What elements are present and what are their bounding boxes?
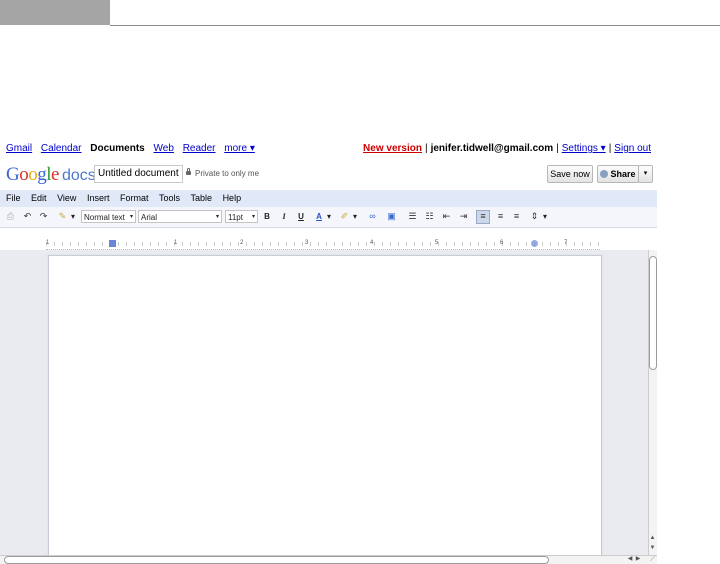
settings-link[interactable]: Settings ▾ — [562, 143, 606, 154]
style-select-value: Normal text — [84, 213, 125, 222]
menu-table[interactable]: Table — [191, 193, 213, 203]
sign-out-link[interactable]: Sign out — [614, 143, 651, 154]
scroll-down-arrow-icon[interactable]: ▼ — [648, 543, 657, 553]
right-indent-marker[interactable] — [531, 240, 538, 247]
font-size-value: 11pt — [228, 213, 243, 222]
service-links: Gmail Calendar Documents Web Reader more… — [6, 140, 255, 158]
scroll-right-arrow-icon[interactable]: ▶ — [634, 555, 642, 564]
menu-edit[interactable]: Edit — [31, 193, 47, 203]
font-select-value: Arial — [141, 213, 158, 222]
font-size-select[interactable]: 11pt ▾ — [225, 210, 258, 223]
menu-format[interactable]: Format — [120, 193, 149, 203]
book-header — [0, 0, 720, 26]
logo-docs-text: docs — [61, 167, 96, 184]
formatting-toolbar: ⎙ ↶ ↷ ✎ ▾ Normal text ▾ Arial ▾ 11pt ▾ B I … — [0, 207, 657, 228]
resize-grip-icon[interactable]: ⟋ — [648, 555, 657, 564]
menu-view[interactable]: View — [57, 193, 76, 203]
share-dropdown-button[interactable]: ▾ — [638, 165, 653, 183]
horizontal-scroll-thumb[interactable] — [4, 556, 549, 564]
text-color-button[interactable]: A — [314, 210, 324, 223]
ruler-number: 1 — [46, 240, 50, 246]
vertical-scroll-thumb[interactable] — [649, 256, 657, 370]
chevron-down-icon: ▾ — [215, 214, 219, 220]
lock-icon — [186, 168, 191, 175]
underline-button[interactable]: U — [296, 210, 306, 223]
nav-separator: | — [608, 143, 612, 154]
ruler: 1 1 2 3 4 5 6 7 — [46, 239, 600, 250]
numbered-list-icon[interactable]: ☰ — [407, 211, 418, 222]
privacy-label: Private to only me — [195, 169, 260, 178]
align-right-icon[interactable]: ≡ — [511, 211, 522, 222]
menu-file[interactable]: File — [6, 193, 21, 203]
style-select[interactable]: Normal text ▾ — [81, 210, 136, 223]
scroll-left-arrow-icon[interactable]: ◀ — [626, 555, 634, 564]
title-bar: Google docs Untitled document Private to … — [0, 158, 657, 190]
italic-button[interactable]: I — [279, 210, 289, 223]
nav-gmail-link[interactable]: Gmail — [6, 143, 32, 154]
save-now-button[interactable]: Save now — [547, 165, 593, 183]
menu-help[interactable]: Help — [223, 193, 242, 203]
insert-image-icon[interactable]: ▣ — [386, 211, 397, 222]
menu-bar: File Edit View Insert Format Tools Table… — [0, 190, 657, 207]
paint-format-icon[interactable]: ✎ — [57, 211, 68, 222]
increase-indent-icon[interactable]: ⇥ — [458, 211, 469, 222]
privacy-status: Private to only me — [186, 167, 259, 181]
print-icon[interactable]: ⎙ — [5, 211, 16, 222]
bulleted-list-icon[interactable]: ☷ — [424, 211, 435, 222]
ruler-number: 7 — [564, 240, 568, 246]
undo-icon[interactable]: ↶ — [22, 211, 33, 222]
nav-calendar-link[interactable]: Calendar — [41, 143, 82, 154]
highlight-color-icon[interactable]: ✐ — [339, 211, 350, 222]
line-spacing-dropdown-arrow[interactable]: ▾ — [541, 210, 549, 223]
ruler-number: 5 — [435, 240, 439, 246]
left-indent-marker[interactable] — [109, 240, 116, 247]
share-button[interactable]: Share — [597, 165, 639, 183]
book-header-rule — [110, 25, 720, 26]
ruler-number: 2 — [240, 240, 244, 246]
nav-separator: | — [556, 143, 559, 154]
account-links: New version | jenifer.tidwell@gmail.com | Se… — [363, 140, 651, 158]
scroll-up-arrow-icon[interactable]: ▲ — [648, 533, 657, 543]
nav-separator: | — [424, 143, 428, 154]
line-spacing-icon[interactable]: ⇕ — [529, 211, 540, 222]
menu-insert[interactable]: Insert — [87, 193, 110, 203]
google-docs-window: Gmail Calendar Documents Web Reader more… — [0, 140, 657, 564]
paint-format-dropdown-arrow[interactable]: ▾ — [69, 210, 77, 223]
ruler-number: 4 — [370, 240, 374, 246]
top-nav: Gmail Calendar Documents Web Reader more… — [0, 140, 657, 158]
ruler-ticks — [46, 242, 600, 246]
share-label: Share — [610, 169, 636, 179]
book-header-tab — [0, 0, 110, 25]
nav-documents-link[interactable]: Documents — [90, 143, 144, 154]
document-title-field[interactable]: Untitled document — [94, 165, 183, 183]
chevron-down-icon: ▾ — [251, 214, 255, 220]
document-page[interactable] — [48, 255, 602, 557]
ruler-number: 6 — [500, 240, 504, 246]
new-version-link[interactable]: New version — [363, 143, 422, 154]
ruler-number: 1 — [174, 240, 178, 246]
insert-link-icon[interactable]: ∞ — [367, 211, 378, 222]
highlight-dropdown-arrow[interactable]: ▾ — [351, 210, 359, 223]
text-color-dropdown-arrow[interactable]: ▾ — [325, 210, 333, 223]
menu-tools[interactable]: Tools — [159, 193, 180, 203]
nav-reader-link[interactable]: Reader — [183, 143, 216, 154]
account-email: jenifer.tidwell@gmail.com — [430, 143, 554, 154]
redo-icon[interactable]: ↷ — [38, 211, 49, 222]
share-person-icon — [600, 170, 609, 178]
google-docs-logo[interactable]: Google docs — [6, 165, 96, 186]
font-select[interactable]: Arial ▾ — [138, 210, 222, 223]
nav-web-link[interactable]: Web — [154, 143, 174, 154]
bold-button[interactable]: B — [262, 210, 272, 223]
nav-more-link[interactable]: more ▾ — [224, 143, 255, 154]
align-center-icon[interactable]: ≡ — [495, 211, 506, 222]
align-left-icon[interactable]: ≡ — [476, 210, 490, 224]
ruler-number: 3 — [305, 240, 309, 246]
chevron-down-icon: ▾ — [129, 214, 133, 220]
decrease-indent-icon[interactable]: ⇤ — [441, 211, 452, 222]
